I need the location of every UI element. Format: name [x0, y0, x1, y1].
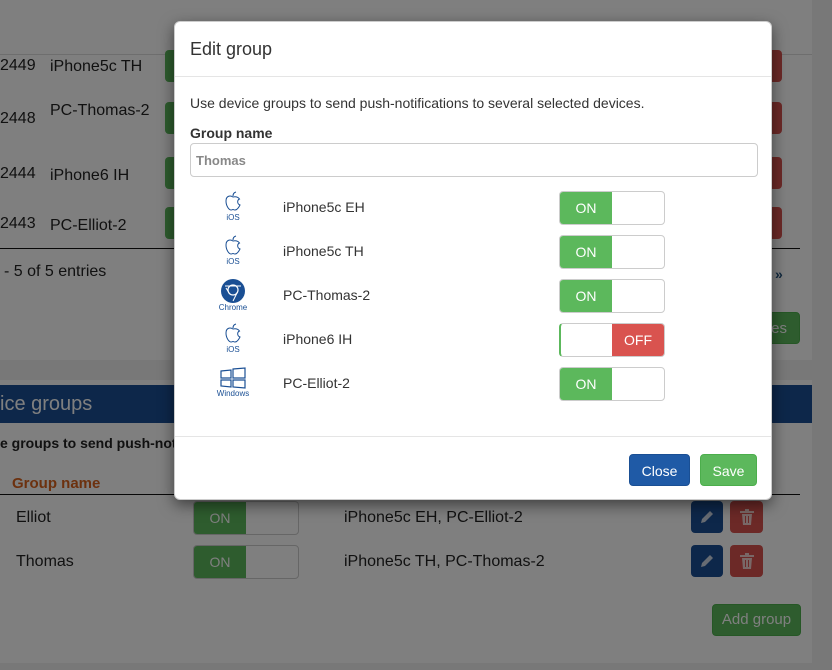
- platform-caption: iOS: [226, 257, 240, 266]
- device-name: iPhone5c TH: [283, 243, 364, 259]
- apple-icon: [225, 235, 241, 255]
- device-name: PC-Elliot-2: [283, 375, 350, 391]
- device-list-item: iOS iPhone6 IH OFF: [175, 323, 771, 357]
- platform-caption: Windows: [216, 389, 250, 398]
- toggle-on-label: ON: [560, 280, 612, 312]
- modal-title: Edit group: [190, 39, 273, 59]
- ios-platform: iOS: [215, 323, 251, 357]
- device-name: PC-Thomas-2: [283, 287, 371, 303]
- windows-icon: [220, 367, 246, 389]
- toggle-off-label: OFF: [612, 324, 664, 356]
- close-button[interactable]: Close: [629, 454, 690, 486]
- chrome-icon: [221, 279, 245, 303]
- ios-platform: iOS: [215, 191, 251, 225]
- platform-caption: iOS: [226, 345, 240, 354]
- toggle-on-label: ON: [560, 368, 612, 400]
- chrome-platform: Chrome: [215, 279, 251, 313]
- device-list-item: Windows PC-Elliot-2 ON: [175, 367, 771, 401]
- platform-caption: iOS: [226, 213, 240, 222]
- device-list-item: Chrome PC-Thomas-2 ON: [175, 279, 771, 313]
- ios-platform: iOS: [215, 235, 251, 269]
- toggle-on-label: ON: [560, 192, 612, 224]
- modal-header: Edit group: [175, 22, 771, 77]
- device-name: iPhone6 IH: [283, 331, 353, 347]
- save-button[interactable]: Save: [700, 454, 757, 486]
- group-name-label: Group name: [190, 125, 273, 141]
- modal-description: Use device groups to send push-notificat…: [190, 95, 645, 111]
- toggle-on-label: ON: [560, 236, 612, 268]
- platform-caption: Chrome: [218, 303, 248, 312]
- apple-icon: [225, 323, 241, 343]
- device-toggle[interactable]: ON: [559, 235, 665, 269]
- modal-footer: Close Save: [175, 436, 771, 501]
- device-toggle[interactable]: ON: [559, 367, 665, 401]
- device-toggle[interactable]: ON: [559, 191, 665, 225]
- windows-platform: Windows: [215, 367, 251, 401]
- device-list-item: iOS iPhone5c TH ON: [175, 235, 771, 269]
- device-toggle[interactable]: ON: [559, 279, 665, 313]
- edit-group-modal: Edit group Use device groups to send pus…: [174, 21, 772, 500]
- device-toggle[interactable]: OFF: [559, 323, 665, 357]
- device-name: iPhone5c EH: [283, 199, 365, 215]
- group-name-input[interactable]: [190, 143, 758, 177]
- apple-icon: [225, 191, 241, 211]
- device-list-item: iOS iPhone5c EH ON: [175, 191, 771, 225]
